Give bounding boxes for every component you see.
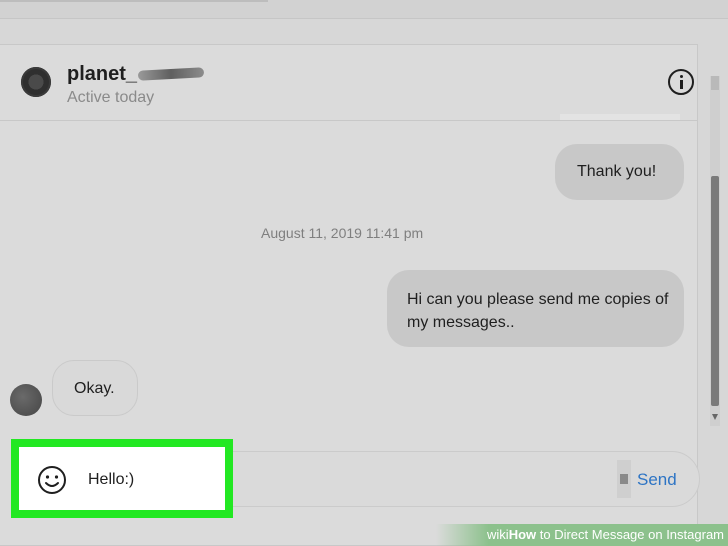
message-bubble-incoming[interactable]: Okay. [52, 360, 138, 416]
active-status: Active today [67, 89, 155, 106]
watermark-bold: How [508, 527, 537, 542]
contact-username[interactable]: planet_ [67, 63, 137, 86]
input-scrollbar[interactable] [617, 460, 631, 498]
redaction-mark [137, 67, 205, 81]
watermark-rest: to Direct Message on Instagram [536, 527, 724, 542]
watermark: wikiHow to Direct Message on Instagram [436, 524, 728, 546]
contact-avatar[interactable] [21, 67, 51, 97]
scroll-up-button[interactable] [711, 76, 719, 90]
message-timestamp: August 11, 2019 11:41 pm [261, 225, 424, 241]
sender-avatar[interactable] [10, 384, 42, 416]
chat-header: planet_ Active today [0, 45, 698, 121]
top-line [0, 0, 268, 2]
send-button[interactable]: Send [637, 470, 677, 490]
message-bubble-outgoing[interactable]: Hi can you please send me copies of my m… [387, 270, 684, 347]
watermark-prefix: wiki [487, 527, 509, 542]
scroll-down-arrow-icon[interactable] [712, 414, 718, 420]
thread-fade [560, 114, 680, 120]
scroll-thumb[interactable] [711, 176, 719, 406]
message-bubble-outgoing[interactable]: Thank you! [555, 144, 684, 200]
message-input[interactable] [88, 468, 208, 492]
emoji-icon[interactable] [36, 464, 68, 496]
info-icon[interactable] [668, 69, 694, 95]
top-strip [0, 0, 728, 19]
input-scroll-thumb[interactable] [620, 474, 628, 484]
thread-scrollbar[interactable] [710, 76, 720, 426]
